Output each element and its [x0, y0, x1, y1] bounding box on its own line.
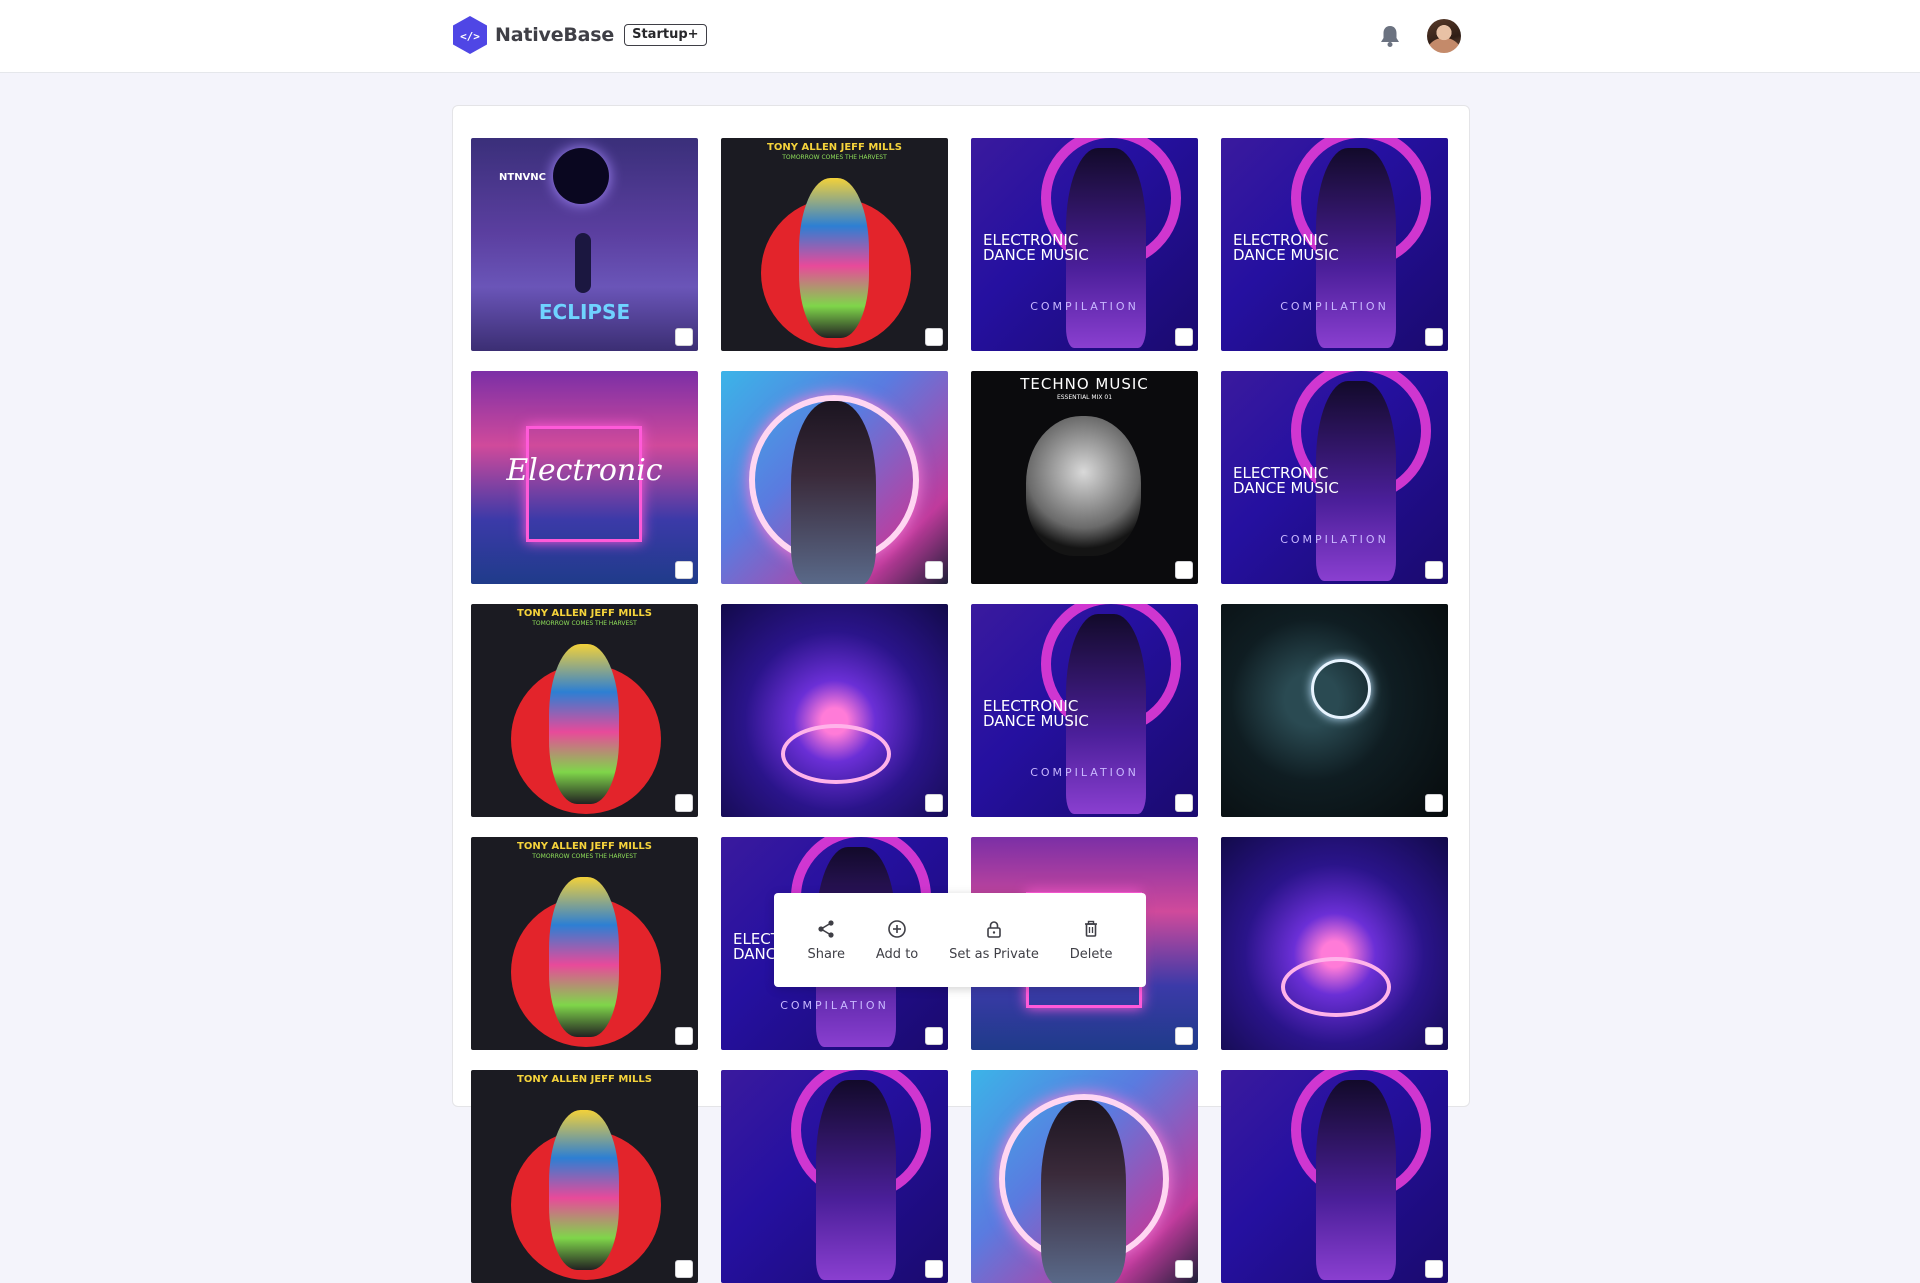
brand[interactable]: </> NativeBase Startup+: [451, 15, 707, 55]
gallery-grid: ECLIPSE NTNVNC TONY ALLEN JEFF MILLS TOMORR…: [471, 138, 1448, 1283]
select-checkbox[interactable]: [1175, 1027, 1193, 1045]
set-private-button[interactable]: Set as Private: [949, 919, 1039, 962]
top-bar: </> NativeBase Startup+: [0, 0, 1920, 73]
select-checkbox[interactable]: [1175, 1260, 1193, 1278]
album-title: ELECTRONIC DANCE MUSIC: [983, 697, 1089, 730]
select-checkbox[interactable]: [925, 561, 943, 579]
plan-badge: Startup+: [624, 24, 707, 46]
album-caption: COMPILATION: [780, 999, 889, 1012]
code-hexagon-icon: </>: [451, 15, 489, 55]
album-title: ECLIPSE: [538, 300, 631, 324]
select-checkbox[interactable]: [1425, 1260, 1443, 1278]
album-caption: COMPILATION: [1030, 766, 1139, 779]
gallery-card[interactable]: [1221, 1070, 1448, 1283]
select-checkbox[interactable]: [675, 561, 693, 579]
select-checkbox[interactable]: [1425, 328, 1443, 346]
avatar[interactable]: [1427, 19, 1461, 53]
add-to-button[interactable]: Add to: [876, 919, 918, 962]
gallery-card[interactable]: TONY ALLEN JEFF MILLS TOMORROW COMES THE …: [471, 837, 698, 1050]
delete-button[interactable]: Delete: [1070, 919, 1113, 962]
bell-icon[interactable]: [1379, 24, 1401, 48]
album-title: Electronic: [506, 453, 663, 488]
gallery-card[interactable]: ECLIPSE NTNVNC: [471, 138, 698, 351]
album-title: ELECTRONIC DANCE MUSIC: [983, 231, 1089, 264]
select-checkbox[interactable]: [1425, 1027, 1443, 1045]
select-checkbox[interactable]: [1175, 328, 1193, 346]
gallery-card[interactable]: ELECTRONIC DANCE MUSIC COMPILATION: [1221, 138, 1448, 351]
album-title: TONY ALLEN JEFF MILLS: [517, 841, 652, 852]
gallery-card[interactable]: [1221, 837, 1448, 1050]
gallery-card[interactable]: [721, 371, 948, 584]
select-checkbox[interactable]: [675, 328, 693, 346]
gallery-card[interactable]: [721, 604, 948, 817]
album-caption: TOMORROW COMES THE HARVEST: [532, 620, 637, 627]
select-checkbox[interactable]: [1425, 794, 1443, 812]
lock-icon: [987, 920, 1001, 938]
svg-text:</>: </>: [460, 30, 480, 43]
album-caption: TOMORROW COMES THE HARVEST: [782, 154, 887, 161]
brand-name: NativeBase: [495, 24, 615, 46]
select-checkbox[interactable]: [925, 1260, 943, 1278]
plus-circle-icon: [888, 919, 906, 938]
select-checkbox[interactable]: [675, 1027, 693, 1045]
gallery-card[interactable]: [721, 1070, 948, 1283]
album-caption: COMPILATION: [1280, 533, 1389, 546]
gallery-card[interactable]: TECHNO MUSIC ESSENTIAL MIX 01: [971, 371, 1198, 584]
album-title: TONY ALLEN JEFF MILLS: [517, 608, 652, 619]
trash-icon: [1085, 920, 1098, 937]
gallery-card[interactable]: Electronic: [471, 371, 698, 584]
gallery-card[interactable]: TONY ALLEN JEFF MILLS: [471, 1070, 698, 1283]
delete-label: Delete: [1069, 946, 1113, 962]
gallery-card[interactable]: [1221, 604, 1448, 817]
context-menu: Share Add to Set as Private Delete: [774, 893, 1146, 987]
set-private-label: Set as Private: [949, 946, 1039, 962]
select-checkbox[interactable]: [925, 794, 943, 812]
album-title: TECHNO MUSIC: [1020, 375, 1149, 393]
share-label: Share: [807, 946, 845, 962]
album-caption: COMPILATION: [1280, 300, 1389, 313]
gallery-card[interactable]: TONY ALLEN JEFF MILLS TOMORROW COMES THE …: [721, 138, 948, 351]
album-caption: TOMORROW COMES THE HARVEST: [532, 853, 637, 860]
select-checkbox[interactable]: [1425, 561, 1443, 579]
gallery-card[interactable]: ELECTRONIC DANCE MUSIC COMPILATION: [971, 138, 1198, 351]
gallery-card[interactable]: ELECTRONIC DANCE MUSIC COMPILATION: [1221, 371, 1448, 584]
select-checkbox[interactable]: [1175, 794, 1193, 812]
select-checkbox[interactable]: [925, 1027, 943, 1045]
gallery-card[interactable]: [971, 1070, 1198, 1283]
share-icon: [818, 919, 834, 938]
select-checkbox[interactable]: [675, 1260, 693, 1278]
album-title: TONY ALLEN JEFF MILLS: [767, 142, 902, 153]
gallery-card[interactable]: TONY ALLEN JEFF MILLS TOMORROW COMES THE …: [471, 604, 698, 817]
album-caption: NTNVNC: [499, 172, 547, 183]
album-title: ELECTRONIC DANCE MUSIC: [1233, 231, 1339, 264]
add-to-label: Add to: [875, 946, 919, 962]
album-title: ELECTRONIC DANCE MUSIC: [1233, 464, 1339, 497]
album-caption: ESSENTIAL MIX 01: [1056, 394, 1113, 401]
gallery-card[interactable]: ELECTRONIC DANCE MUSIC COMPILATION: [971, 604, 1198, 817]
album-caption: COMPILATION: [1030, 300, 1139, 313]
share-button[interactable]: Share: [807, 919, 845, 962]
select-checkbox[interactable]: [1175, 561, 1193, 579]
select-checkbox[interactable]: [925, 328, 943, 346]
select-checkbox[interactable]: [675, 794, 693, 812]
